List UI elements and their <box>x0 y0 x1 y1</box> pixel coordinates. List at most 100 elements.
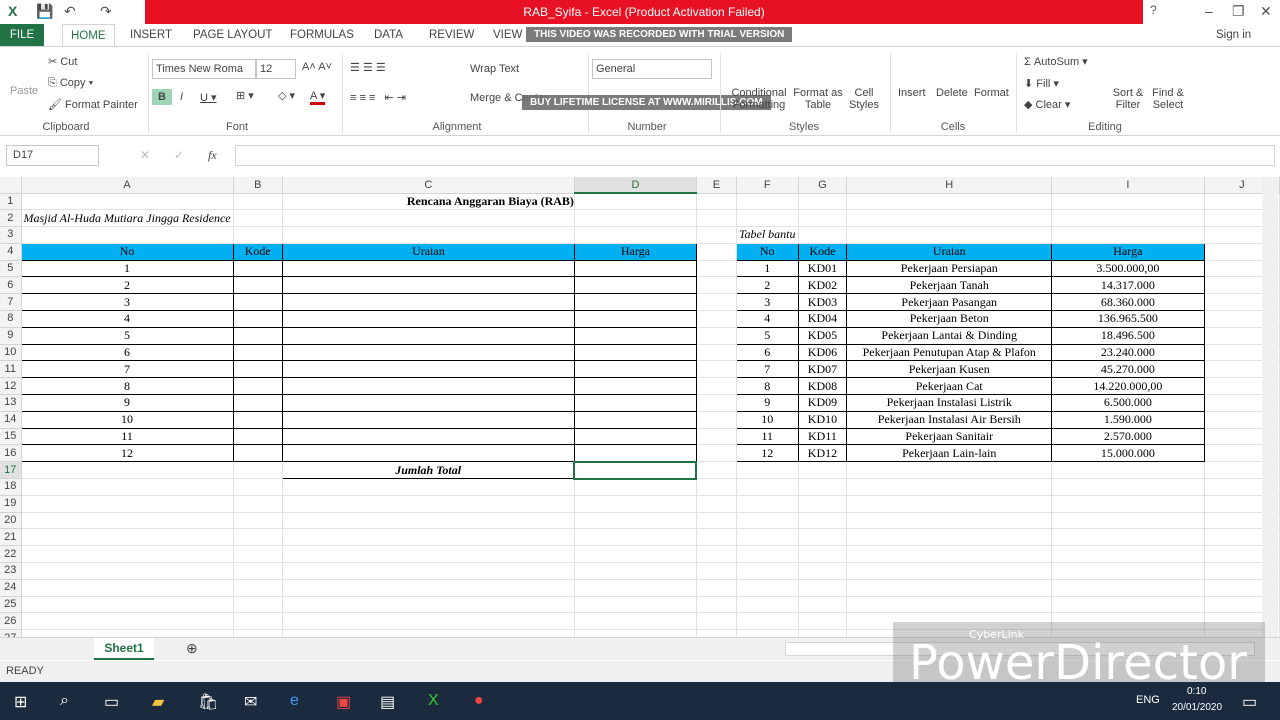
save-icon[interactable]: 💾 <box>36 3 53 20</box>
cell-B20[interactable] <box>233 512 283 530</box>
select-all-corner[interactable] <box>0 177 22 194</box>
cell-A1[interactable] <box>21 193 234 211</box>
cell-G2[interactable] <box>798 209 848 228</box>
cell-A24[interactable] <box>21 579 234 597</box>
cell-E11[interactable] <box>696 360 737 379</box>
conditional-formatting-button[interactable]: Conditional Formatting <box>728 87 790 111</box>
row-header[interactable]: 1 <box>0 193 22 211</box>
cell-C1[interactable]: Rencana Anggaran Biaya (RAB) <box>282 193 575 211</box>
cell-C26[interactable] <box>282 612 575 631</box>
cell-A21[interactable] <box>21 528 234 547</box>
cell-E1[interactable] <box>696 193 737 211</box>
cell-I5[interactable]: 3.500.000,00 <box>1051 259 1205 278</box>
cell-F26[interactable] <box>736 612 799 631</box>
cell-F11[interactable]: 7 <box>735 360 799 379</box>
cell-F24[interactable] <box>736 579 799 597</box>
cell-C5[interactable] <box>281 259 575 278</box>
cell-D16[interactable] <box>573 444 697 463</box>
cell-F2[interactable] <box>736 209 799 228</box>
cell-G15[interactable]: KD11 <box>797 427 848 446</box>
cell-E17[interactable] <box>696 461 737 480</box>
cell-C18[interactable] <box>282 478 575 496</box>
paste-button[interactable]: Paste <box>10 85 38 97</box>
cell-A18[interactable] <box>21 478 234 496</box>
row-header[interactable]: 4 <box>0 243 22 261</box>
cell-styles-button[interactable]: Cell Styles <box>846 87 882 111</box>
borders-icon[interactable]: ⊞ ▾ <box>236 89 254 102</box>
search-icon[interactable]: ⌕ <box>60 692 69 710</box>
selected-cell-D17[interactable] <box>573 460 698 480</box>
cell-A7[interactable]: 3 <box>20 293 234 312</box>
cell-G21[interactable] <box>798 528 848 547</box>
cell-E26[interactable] <box>696 612 737 631</box>
row-header[interactable]: 25 <box>0 596 22 614</box>
cell-F16[interactable]: 12 <box>735 444 799 463</box>
cell-C4[interactable]: Uraian <box>281 242 575 261</box>
cell-C19[interactable] <box>282 495 575 513</box>
cell-E15[interactable] <box>696 428 737 446</box>
cell-G4[interactable]: Kode <box>797 242 848 261</box>
cell-C12[interactable] <box>281 377 575 396</box>
cell-E7[interactable] <box>696 293 737 312</box>
cell-A17[interactable] <box>21 461 234 480</box>
cell-I17[interactable] <box>1051 461 1205 480</box>
row-header[interactable]: 18 <box>0 478 22 496</box>
tab-page-layout[interactable]: PAGE LAYOUT <box>185 24 280 46</box>
cell-A15[interactable]: 11 <box>20 427 234 446</box>
cell-G25[interactable] <box>798 596 848 614</box>
row-header[interactable]: 11 <box>0 360 22 379</box>
cell-E24[interactable] <box>696 579 737 597</box>
row-header[interactable]: 21 <box>0 528 22 547</box>
row-header[interactable]: 13 <box>0 394 22 412</box>
cell-G3[interactable] <box>798 226 848 244</box>
cell-F12[interactable]: 8 <box>735 377 799 396</box>
cell-I4[interactable]: Harga <box>1051 242 1205 261</box>
cell-B14[interactable] <box>232 410 283 429</box>
cell-D18[interactable] <box>574 478 697 496</box>
cell-C8[interactable] <box>281 310 575 328</box>
format-cells-button[interactable]: Format <box>974 87 1009 99</box>
cell-I21[interactable] <box>1051 528 1205 547</box>
italic-button[interactable]: I <box>180 91 183 103</box>
cell-B13[interactable] <box>232 394 283 412</box>
cell-B5[interactable] <box>232 259 283 278</box>
cell-G12[interactable]: KD08 <box>797 377 848 396</box>
cell-A19[interactable] <box>21 495 234 513</box>
cell-B12[interactable] <box>232 377 283 396</box>
cell-A22[interactable] <box>21 545 234 564</box>
cell-F22[interactable] <box>736 545 799 564</box>
cell-F14[interactable]: 10 <box>735 410 799 429</box>
cell-H18[interactable] <box>846 478 1053 496</box>
cell-E19[interactable] <box>696 495 737 513</box>
sort-filter-button[interactable]: Sort & Filter <box>1108 87 1148 111</box>
cell-I24[interactable] <box>1051 579 1205 597</box>
cell-E18[interactable] <box>696 478 737 496</box>
font-size-select[interactable]: 12 <box>256 59 296 79</box>
clear-button[interactable]: ◆ Clear ▾ <box>1024 98 1070 111</box>
format-as-table-button[interactable]: Format as Table <box>792 87 844 111</box>
align-center-icon[interactable]: ≡ ≡ ≡ ⇤ ⇥ <box>350 91 406 104</box>
cell-H6[interactable]: Pekerjaan Tanah <box>846 276 1053 295</box>
row-header[interactable]: 17 <box>0 461 22 480</box>
cell-D6[interactable] <box>573 276 697 295</box>
tab-formulas[interactable]: FORMULAS <box>282 24 362 46</box>
cell-G7[interactable]: KD03 <box>797 293 848 312</box>
cell-H23[interactable] <box>846 562 1053 580</box>
cell-C23[interactable] <box>282 562 575 580</box>
cell-D8[interactable] <box>573 310 697 328</box>
column-header-g[interactable]: G <box>798 177 848 194</box>
cell-B8[interactable] <box>232 310 283 328</box>
row-header[interactable]: 26 <box>0 612 22 631</box>
cell-E16[interactable] <box>696 444 737 463</box>
cell-B2[interactable] <box>233 209 283 228</box>
cell-G24[interactable] <box>798 579 848 597</box>
cell-D12[interactable] <box>573 377 697 396</box>
cell-I12[interactable]: 14.220.000,00 <box>1051 377 1205 396</box>
cell-F15[interactable]: 11 <box>735 427 799 446</box>
notifications-icon[interactable]: ▭ <box>1242 692 1257 712</box>
underline-button[interactable]: U ▾ <box>200 91 217 104</box>
cell-G18[interactable] <box>798 478 848 496</box>
cell-H22[interactable] <box>846 545 1053 564</box>
cell-A13[interactable]: 9 <box>20 394 234 412</box>
cell-I15[interactable]: 2.570.000 <box>1051 427 1205 446</box>
